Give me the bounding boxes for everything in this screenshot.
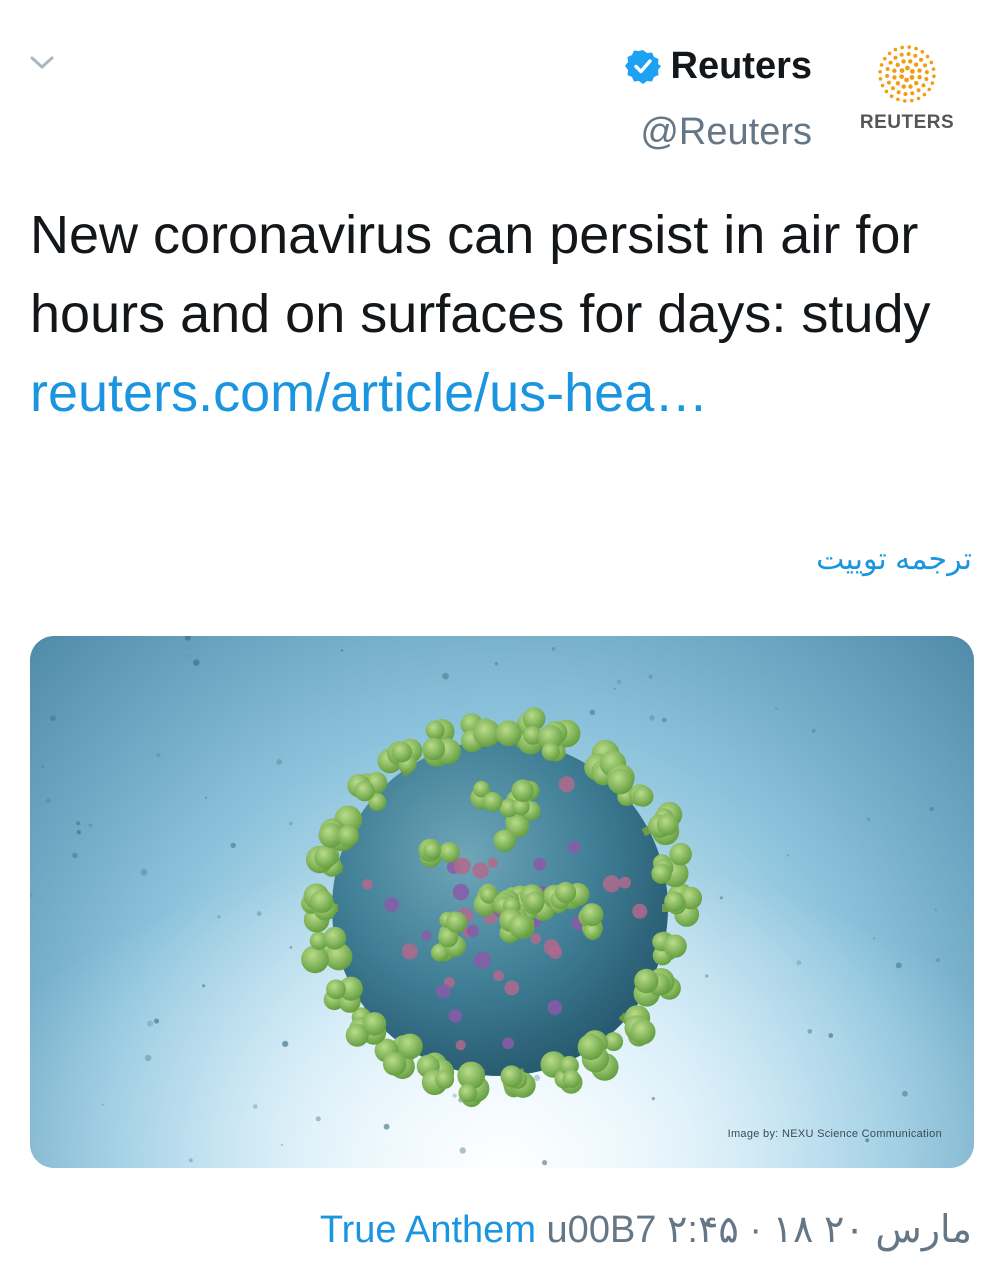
tweet-source-link[interactable]: True Anthem bbox=[320, 1209, 536, 1251]
tweet-text: New coronavirus can persist in air for h… bbox=[30, 196, 960, 433]
verified-badge-icon bbox=[624, 50, 661, 84]
chevron-down-icon[interactable] bbox=[28, 50, 56, 74]
display-name-row: Reuters bbox=[624, 38, 813, 94]
logo-text: REUTERS bbox=[859, 112, 955, 133]
tweet-meta: True Anthem u00B7 ۲:۴۵ · ۱۸ مارس ۲۰ bbox=[320, 1206, 972, 1254]
display-name: Reuters bbox=[670, 45, 813, 87]
tweet-timestamp: ۲:۴۵ · ۱۸ مارس ۲۰ bbox=[667, 1209, 972, 1251]
author-name-block[interactable]: Reuters @Reuters bbox=[624, 38, 813, 156]
coronavirus-illustration bbox=[30, 636, 974, 1168]
author-avatar[interactable]: REUTERS bbox=[852, 42, 962, 134]
tweet-body-text: New coronavirus can persist in air for h… bbox=[30, 205, 931, 344]
tweet-media-image[interactable]: Image by: NEXU Science Communication bbox=[30, 636, 974, 1168]
reuters-logo-icon bbox=[878, 45, 936, 103]
tweet-author-header: Reuters @Reuters REUTERS bbox=[624, 38, 963, 156]
meta-separator: u00B7 bbox=[546, 1209, 657, 1251]
user-handle: @Reuters bbox=[640, 111, 812, 153]
image-credit: Image by: NEXU Science Communication bbox=[727, 1128, 942, 1140]
tweet-link[interactable]: reuters.com/article/us-hea… bbox=[30, 363, 708, 423]
translate-tweet-link[interactable]: ترجمه توییت bbox=[816, 542, 972, 577]
